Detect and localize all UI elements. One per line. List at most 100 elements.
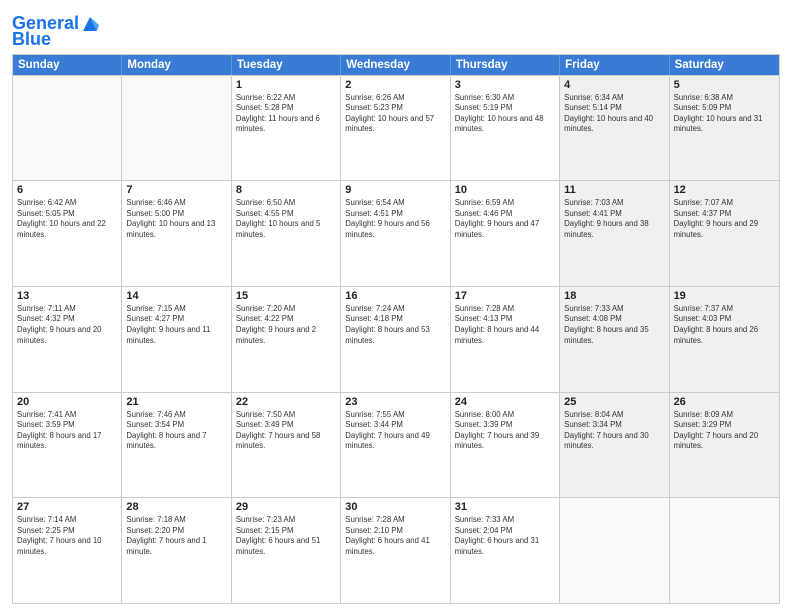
logo-icon — [81, 15, 99, 33]
day-info: Sunrise: 6:50 AMSunset: 4:55 PMDaylight:… — [236, 198, 336, 240]
day-info: Sunrise: 7:41 AMSunset: 3:59 PMDaylight:… — [17, 410, 117, 452]
day-number: 21 — [126, 396, 226, 408]
day-cell-12: 12 Sunrise: 7:07 AMSunset: 4:37 PMDayligh… — [670, 181, 779, 286]
day-info: Sunrise: 7:07 AMSunset: 4:37 PMDaylight:… — [674, 198, 775, 240]
day-info: Sunrise: 7:33 AMSunset: 2:04 PMDaylight:… — [455, 515, 555, 557]
day-cell-23: 23Sunrise: 7:55 AMSunset: 3:44 PMDayligh… — [341, 393, 450, 498]
weekday-header-monday: Monday — [122, 55, 231, 75]
day-number: 16 — [345, 290, 445, 302]
day-cell-30: 30Sunrise: 7:28 AMSunset: 2:10 PMDayligh… — [341, 498, 450, 603]
day-info: Sunrise: 7:11 AMSunset: 4:32 PMDaylight:… — [17, 304, 117, 346]
day-cell-20: 20 Sunrise: 7:41 AMSunset: 3:59 PMDayligh… — [13, 393, 122, 498]
day-info: Sunrise: 8:00 AMSunset: 3:39 PMDaylight:… — [455, 410, 555, 452]
page: General Blue SundayMondayTuesdayWednesda… — [0, 0, 792, 612]
empty-cell — [560, 498, 669, 603]
day-number: 26 — [674, 396, 775, 408]
day-cell-15: 15 Sunrise: 7:20 AMSunset: 4:22 PMDayligh… — [232, 287, 341, 392]
day-cell-7: 7Sunrise: 6:46 AMSunset: 5:00 PMDaylight… — [122, 181, 231, 286]
day-info: Sunrise: 6:38 AMSunset: 5:09 PMDaylight:… — [674, 93, 775, 135]
day-info: Sunrise: 7:23 AMSunset: 2:15 PMDaylight:… — [236, 515, 336, 557]
day-info: Sunrise: 7:50 AMSunset: 3:49 PMDaylight:… — [236, 410, 336, 452]
day-cell-17: 17 Sunrise: 7:28 AMSunset: 4:13 PMDayligh… — [451, 287, 560, 392]
week-row-5: 27 Sunrise: 7:14 AMSunset: 2:25 PMDayligh… — [13, 497, 779, 603]
day-cell-10: 10Sunrise: 6:59 AMSunset: 4:46 PMDayligh… — [451, 181, 560, 286]
week-row-3: 13 Sunrise: 7:11 AMSunset: 4:32 PMDayligh… — [13, 286, 779, 392]
day-info: Sunrise: 7:03 AMSunset: 4:41 PMDaylight:… — [564, 198, 664, 240]
day-cell-9: 9 Sunrise: 6:54 AMSunset: 4:51 PMDaylight… — [341, 181, 450, 286]
day-info: Sunrise: 7:28 AMSunset: 4:13 PMDaylight:… — [455, 304, 555, 346]
day-cell-4: 4 Sunrise: 6:34 AMSunset: 5:14 PMDaylight… — [560, 76, 669, 181]
day-info: Sunrise: 8:09 AMSunset: 3:29 PMDaylight:… — [674, 410, 775, 452]
day-cell-6: 6Sunrise: 6:42 AMSunset: 5:05 PMDaylight… — [13, 181, 122, 286]
day-number: 15 — [236, 290, 336, 302]
day-info: Sunrise: 6:34 AMSunset: 5:14 PMDaylight:… — [564, 93, 664, 135]
day-number: 5 — [674, 79, 775, 91]
day-cell-2: 2 Sunrise: 6:26 AMSunset: 5:23 PMDaylight… — [341, 76, 450, 181]
week-row-1: 1Sunrise: 6:22 AMSunset: 5:28 PMDaylight… — [13, 75, 779, 181]
week-row-2: 6Sunrise: 6:42 AMSunset: 5:05 PMDaylight… — [13, 180, 779, 286]
day-info: Sunrise: 6:26 AMSunset: 5:23 PMDaylight:… — [345, 93, 445, 135]
empty-cell — [13, 76, 122, 181]
day-cell-24: 24 Sunrise: 8:00 AMSunset: 3:39 PMDayligh… — [451, 393, 560, 498]
day-cell-16: 16 Sunrise: 7:24 AMSunset: 4:18 PMDayligh… — [341, 287, 450, 392]
day-number: 25 — [564, 396, 664, 408]
day-cell-1: 1Sunrise: 6:22 AMSunset: 5:28 PMDaylight… — [232, 76, 341, 181]
day-number: 7 — [126, 184, 226, 196]
day-cell-14: 14Sunrise: 7:15 AMSunset: 4:27 PMDayligh… — [122, 287, 231, 392]
day-info: Sunrise: 7:18 AMSunset: 2:20 PMDaylight:… — [126, 515, 226, 557]
day-info: Sunrise: 8:04 AMSunset: 3:34 PMDaylight:… — [564, 410, 664, 452]
calendar: SundayMondayTuesdayWednesdayThursdayFrid… — [12, 54, 780, 604]
day-number: 24 — [455, 396, 555, 408]
day-cell-29: 29Sunrise: 7:23 AMSunset: 2:15 PMDayligh… — [232, 498, 341, 603]
week-row-4: 20 Sunrise: 7:41 AMSunset: 3:59 PMDayligh… — [13, 392, 779, 498]
day-cell-19: 19 Sunrise: 7:37 AMSunset: 4:03 PMDayligh… — [670, 287, 779, 392]
day-cell-18: 18Sunrise: 7:33 AMSunset: 4:08 PMDayligh… — [560, 287, 669, 392]
day-number: 18 — [564, 290, 664, 302]
day-info: Sunrise: 6:30 AMSunset: 5:19 PMDaylight:… — [455, 93, 555, 135]
empty-cell — [670, 498, 779, 603]
day-info: Sunrise: 7:55 AMSunset: 3:44 PMDaylight:… — [345, 410, 445, 452]
day-cell-11: 11 Sunrise: 7:03 AMSunset: 4:41 PMDayligh… — [560, 181, 669, 286]
weekday-header-friday: Friday — [560, 55, 669, 75]
day-cell-26: 26 Sunrise: 8:09 AMSunset: 3:29 PMDayligh… — [670, 393, 779, 498]
logo: General Blue — [12, 14, 99, 50]
empty-cell — [122, 76, 231, 181]
day-number: 17 — [455, 290, 555, 302]
day-info: Sunrise: 7:20 AMSunset: 4:22 PMDaylight:… — [236, 304, 336, 346]
day-number: 13 — [17, 290, 117, 302]
day-cell-21: 21 Sunrise: 7:46 AMSunset: 3:54 PMDayligh… — [122, 393, 231, 498]
weekday-header-wednesday: Wednesday — [341, 55, 450, 75]
day-info: Sunrise: 7:14 AMSunset: 2:25 PMDaylight:… — [17, 515, 117, 557]
day-number: 20 — [17, 396, 117, 408]
calendar-body: 1Sunrise: 6:22 AMSunset: 5:28 PMDaylight… — [13, 75, 779, 603]
day-cell-27: 27 Sunrise: 7:14 AMSunset: 2:25 PMDayligh… — [13, 498, 122, 603]
day-cell-31: 31 Sunrise: 7:33 AMSunset: 2:04 PMDayligh… — [451, 498, 560, 603]
weekday-header-saturday: Saturday — [670, 55, 779, 75]
calendar-header: SundayMondayTuesdayWednesdayThursdayFrid… — [13, 55, 779, 75]
day-number: 10 — [455, 184, 555, 196]
day-number: 4 — [564, 79, 664, 91]
logo-text-blue: Blue — [12, 30, 51, 50]
weekday-header-sunday: Sunday — [13, 55, 122, 75]
day-number: 22 — [236, 396, 336, 408]
day-number: 9 — [345, 184, 445, 196]
day-info: Sunrise: 6:54 AMSunset: 4:51 PMDaylight:… — [345, 198, 445, 240]
day-number: 27 — [17, 501, 117, 513]
day-cell-28: 28Sunrise: 7:18 AMSunset: 2:20 PMDayligh… — [122, 498, 231, 603]
day-number: 19 — [674, 290, 775, 302]
day-number: 31 — [455, 501, 555, 513]
day-number: 8 — [236, 184, 336, 196]
day-cell-22: 22 Sunrise: 7:50 AMSunset: 3:49 PMDayligh… — [232, 393, 341, 498]
day-info: Sunrise: 7:24 AMSunset: 4:18 PMDaylight:… — [345, 304, 445, 346]
day-number: 1 — [236, 79, 336, 91]
weekday-header-thursday: Thursday — [451, 55, 560, 75]
weekday-header-tuesday: Tuesday — [232, 55, 341, 75]
header: General Blue — [12, 10, 780, 50]
day-info: Sunrise: 7:46 AMSunset: 3:54 PMDaylight:… — [126, 410, 226, 452]
day-number: 11 — [564, 184, 664, 196]
day-info: Sunrise: 7:37 AMSunset: 4:03 PMDaylight:… — [674, 304, 775, 346]
day-cell-5: 5 Sunrise: 6:38 AMSunset: 5:09 PMDaylight… — [670, 76, 779, 181]
day-number: 30 — [345, 501, 445, 513]
day-number: 2 — [345, 79, 445, 91]
day-number: 12 — [674, 184, 775, 196]
